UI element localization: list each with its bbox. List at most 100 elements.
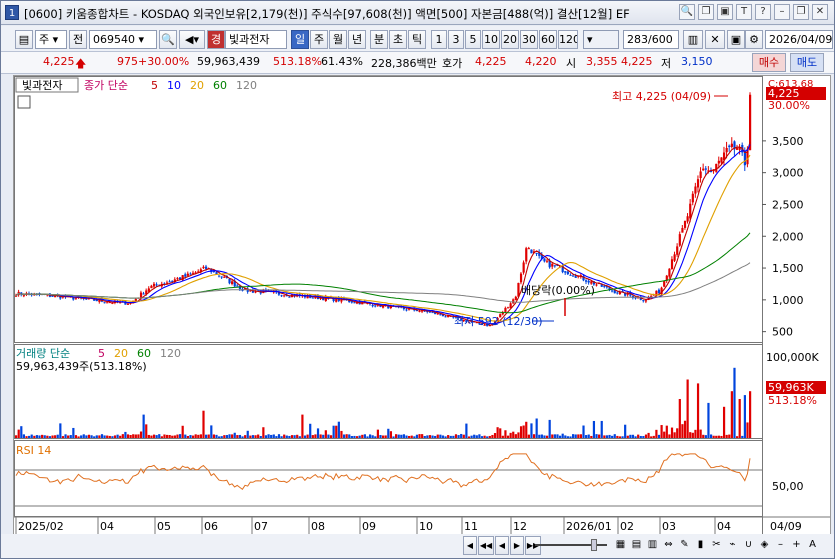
minimize-icon[interactable]: – xyxy=(774,4,790,20)
candle-body xyxy=(223,276,226,278)
interval-3[interactable]: 3 xyxy=(448,30,464,49)
volume-bar xyxy=(171,435,174,438)
volume-bar xyxy=(348,434,351,438)
candle-body xyxy=(696,179,700,188)
volume-bar xyxy=(238,434,242,438)
current-price: 4,225 xyxy=(43,55,75,68)
layout-icon[interactable]: ▤ xyxy=(15,30,33,49)
crosshair-icon[interactable]: ✕ xyxy=(705,30,725,49)
volume-bar xyxy=(608,434,611,438)
layers-icon[interactable]: ◈ xyxy=(757,536,772,555)
restore-icon[interactable]: ❐ xyxy=(793,4,809,20)
bars-icon[interactable]: ▮ xyxy=(693,536,708,555)
candle-body xyxy=(152,283,156,287)
nav-prev-icon[interactable]: ◀ xyxy=(495,536,509,555)
volume-bar xyxy=(111,436,114,438)
candle-body xyxy=(728,145,731,147)
volume-bar xyxy=(733,367,736,438)
tab-week[interactable]: 주 xyxy=(310,30,328,49)
buy-button[interactable]: 매수 xyxy=(752,53,786,72)
volume-bar xyxy=(93,436,96,438)
volume-bar xyxy=(48,436,52,438)
sell-button[interactable]: 매도 xyxy=(790,53,824,72)
font-icon[interactable]: T xyxy=(736,4,752,20)
code-input[interactable]: 069540 ▾ xyxy=(89,30,157,49)
tab-month[interactable]: 월 xyxy=(329,30,347,49)
period-value: 주 xyxy=(39,33,50,46)
volume-bar xyxy=(712,435,715,438)
volume-bar xyxy=(657,434,661,438)
candle-body xyxy=(572,275,575,277)
chart-type-icon[interactable]: ▥ xyxy=(683,30,703,49)
table2-icon[interactable]: ▥ xyxy=(645,536,660,555)
interval-120[interactable]: 120 xyxy=(558,30,578,49)
volume-pct: 513.18% xyxy=(273,55,322,68)
speaker-icon[interactable]: ◀▾ xyxy=(179,30,205,49)
window-icon[interactable]: ▣ xyxy=(717,4,733,20)
nav-next-icon[interactable]: ▶ xyxy=(510,536,524,555)
volume-bar xyxy=(17,429,20,438)
interval-30[interactable]: 30 xyxy=(520,30,538,49)
volume-bar xyxy=(272,434,275,438)
bottom-toolbar: ◀ ◀◀ ◀ ▶ ▶▶ ▦ ▤ ▥ ⇔ ✎ ▮ ✂ ⌁ ∪ ◈ – + A xyxy=(1,534,834,558)
zoom-slider-thumb[interactable] xyxy=(591,539,597,551)
volume-legend-ma: 120 xyxy=(160,347,181,360)
candle-body xyxy=(371,305,374,307)
tab-day[interactable]: 일 xyxy=(291,30,309,49)
table-icon[interactable]: ▤ xyxy=(629,536,644,555)
interval-60[interactable]: 60 xyxy=(539,30,557,49)
volume-bar xyxy=(652,435,655,438)
candle-body xyxy=(668,268,671,277)
interval-5[interactable]: 5 xyxy=(465,30,481,49)
candle-body xyxy=(444,316,447,318)
volume-bar xyxy=(46,435,49,438)
candle-body xyxy=(436,313,439,315)
interval-1[interactable]: 1 xyxy=(431,30,447,49)
tab-year[interactable]: 년 xyxy=(348,30,366,49)
fit-icon[interactable]: ⇔ xyxy=(661,536,676,555)
tab-tick[interactable]: 틱 xyxy=(408,30,426,49)
candle-body xyxy=(543,258,546,262)
close-icon[interactable]: ✕ xyxy=(812,4,828,20)
chart-area[interactable]: 500 1,000 1,500 2,000 2,500 3,000 3,500 빛과전자 종가 … xyxy=(13,75,831,541)
low-label: 저 xyxy=(661,57,672,70)
help-icon[interactable]: ? xyxy=(755,4,771,20)
chart-svg[interactable]: 500 1,000 1,500 2,000 2,500 3,000 3,500 빛과전자 종가 … xyxy=(14,76,830,540)
draw-icon[interactable]: ✎ xyxy=(677,536,692,555)
volume-bar xyxy=(176,434,179,438)
volume-bar xyxy=(746,422,749,438)
price-change-pct: +30.00% xyxy=(138,55,190,68)
date-input[interactable]: 2026/04/09 xyxy=(765,30,833,49)
volume-bar xyxy=(290,435,294,438)
candle-body xyxy=(353,302,356,304)
search-icon[interactable]: 🔍 xyxy=(679,4,695,20)
save-icon[interactable]: ▣ xyxy=(727,30,745,49)
nav-left-icon[interactable]: ◀ xyxy=(463,536,477,555)
interval-10[interactable]: 10 xyxy=(482,30,500,49)
turnover-rate: 61.43% xyxy=(321,55,363,68)
copy-icon[interactable]: ❐ xyxy=(698,4,714,20)
brush-icon[interactable]: ⌁ xyxy=(725,536,740,555)
xaxis-label: 05 xyxy=(157,520,171,533)
count-input[interactable]: 283/600 xyxy=(623,30,679,49)
zoom-out-icon[interactable]: – xyxy=(773,536,788,555)
interval-select[interactable]: ▾ xyxy=(583,30,619,49)
zoom-in-icon[interactable]: + xyxy=(789,536,804,555)
tab-minute[interactable]: 분 xyxy=(370,30,388,49)
candle-body xyxy=(749,94,752,151)
prev-button[interactable]: 전 xyxy=(69,30,87,49)
volume-bar xyxy=(556,434,559,438)
volume-bar xyxy=(56,434,59,438)
magnet-icon[interactable]: ∪ xyxy=(741,536,756,555)
volume-bar xyxy=(514,434,517,438)
font-size-icon[interactable]: A xyxy=(805,536,820,555)
nav-first-icon[interactable]: ◀◀ xyxy=(478,536,494,555)
period-select[interactable]: 주 ▾ xyxy=(35,30,67,49)
gear-icon[interactable]: ⚙ xyxy=(745,30,763,49)
volume-bar xyxy=(561,433,564,438)
grid-icon[interactable]: ▦ xyxy=(613,536,628,555)
interval-20[interactable]: 20 xyxy=(501,30,519,49)
tab-second[interactable]: 초 xyxy=(389,30,407,49)
search-icon[interactable]: 🔍 xyxy=(159,30,177,49)
scissors-icon[interactable]: ✂ xyxy=(709,536,724,555)
